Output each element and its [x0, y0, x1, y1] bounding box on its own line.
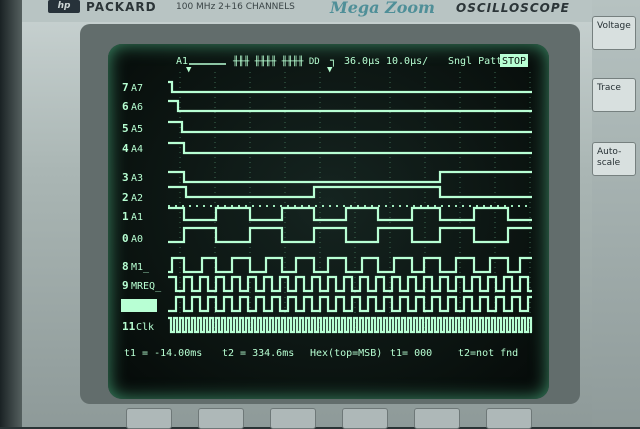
selected-channel-highlight[interactable] — [121, 299, 157, 312]
t1-value: t1= 000 — [390, 348, 432, 359]
channel-number: 6 — [122, 100, 129, 113]
channel-name-a2[interactable]: A2 — [131, 193, 143, 204]
run-mode: Sngl Patt — [448, 56, 502, 67]
trace-a5 — [168, 120, 532, 134]
channel-name-a7[interactable]: A7 — [131, 83, 143, 94]
trace-a7 — [168, 80, 532, 94]
channel-name-a4[interactable]: A4 — [131, 144, 143, 155]
channel-name-a6[interactable]: A6 — [131, 102, 143, 113]
channel-number: 5 — [122, 122, 129, 135]
channel-name-mreq[interactable]: MREQ_ — [131, 281, 162, 292]
trace-a0 — [168, 226, 532, 244]
channel-number: 1 — [122, 210, 129, 223]
trigger-marker-icon: ▼ — [327, 65, 333, 75]
channel-number: 2 — [122, 191, 129, 204]
channel-number: 8 — [122, 260, 129, 273]
trace-mreq — [168, 275, 532, 293]
trace-clk — [168, 316, 533, 334]
timebase-icons: ╫╫╫ ╫╫╫╫ ╫╫╫╫ DD — [232, 55, 320, 67]
trace-rd — [168, 295, 532, 313]
trace-m1 — [168, 256, 532, 274]
channel-name-a0[interactable]: A0 — [131, 234, 143, 245]
hex-format: Hex(top=MSB) — [310, 348, 382, 359]
channel-number: 3 — [122, 171, 129, 184]
channel-number: 7 — [122, 81, 129, 94]
t2-value: t2=not fnd — [458, 348, 518, 359]
trace-a1 — [168, 206, 532, 222]
channel-name-m1[interactable]: M1_ — [131, 262, 150, 273]
cursor-t1: t1 = -14.00ms — [124, 348, 202, 359]
channel-name-a3[interactable]: A3 — [131, 173, 143, 184]
channel-number: 0 — [122, 232, 129, 245]
time-per-div: 10.0µs/ — [386, 56, 428, 67]
channel-name-a5[interactable]: A5 — [131, 124, 143, 135]
channel-number: 9 — [122, 279, 129, 292]
channel-name-clk[interactable]: Clk — [136, 322, 154, 333]
trace-a2 — [168, 185, 532, 199]
trace-a3 — [168, 170, 532, 184]
trace-a6 — [168, 99, 532, 113]
channel-number: 11 — [122, 320, 136, 333]
channel-number: 4 — [122, 142, 129, 155]
trigger-delay: 36.0µs — [344, 56, 380, 67]
channel-name-a1[interactable]: A1 — [131, 212, 143, 223]
trace-a4 — [168, 141, 532, 155]
stop-status: STOP — [502, 56, 526, 67]
t1-marker-icon: ▼ — [186, 65, 192, 75]
waveform-display: A1 ╫╫╫ ╫╫╫╫ ╫╫╫╫ DD ┐ 36.0µs 10.0µs/ Sng… — [121, 54, 533, 359]
cursor-t2: t2 = 334.6ms — [222, 348, 294, 359]
